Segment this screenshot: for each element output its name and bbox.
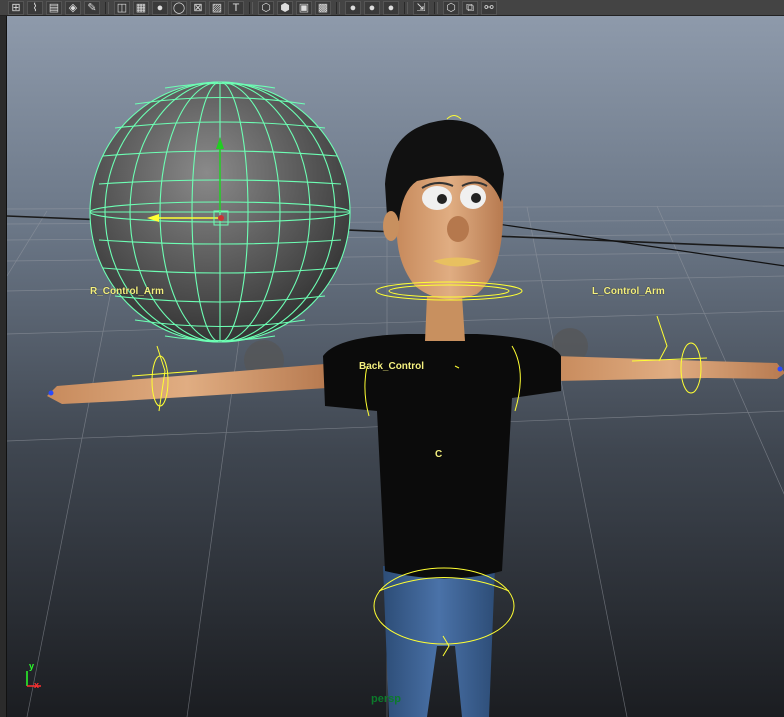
- light-none-icon[interactable]: ●: [383, 0, 399, 15]
- texture-icon[interactable]: ▨: [209, 0, 225, 15]
- r-control-arm-label: R_Control_Arm: [90, 286, 164, 297]
- perspective-viewport[interactable]: R_Control_Arm L_Control_Arm Back_Control…: [6, 16, 784, 717]
- shade-icon[interactable]: ◯: [171, 0, 187, 15]
- frame-all-icon[interactable]: ⧉: [462, 0, 478, 15]
- film-gate-icon[interactable]: ▤: [46, 0, 62, 15]
- checker-icon[interactable]: ▩: [315, 0, 331, 15]
- l-control-arm-label: L_Control_Arm: [592, 286, 665, 297]
- light-all-icon[interactable]: ●: [364, 0, 380, 15]
- cube-wire-icon[interactable]: ⬡: [258, 0, 274, 15]
- x-ray-icon[interactable]: ⊠: [190, 0, 206, 15]
- isolate-select-icon[interactable]: ⇲: [413, 0, 429, 15]
- toolbar-separator: [336, 1, 340, 14]
- character-head[interactable]: [383, 119, 504, 300]
- center-control-label: C: [435, 449, 443, 460]
- grid-axis-line-2: [476, 220, 784, 267]
- text-icon[interactable]: T: [228, 0, 244, 15]
- smooth-shade-icon[interactable]: ●: [152, 0, 168, 15]
- cube-view-icon[interactable]: ⬡: [443, 0, 459, 15]
- viewport-toolbar: ⊞ ⌇ ▤ ◈ ✎ ◫ ▦ ● ◯ ⊠ ▨ T ⬡ ⬢ ▣ ▩ ● ● ● ⇲ ⬡ ⧉ ⚯: [0, 0, 784, 16]
- cube-shaded-icon[interactable]: ⬢: [277, 0, 293, 15]
- toolbar-separator: [249, 1, 253, 14]
- camera-name-label: persp: [371, 693, 401, 705]
- wireframe-sphere[interactable]: [89, 81, 351, 343]
- character-neck: [425, 296, 465, 341]
- axis-y-label: y: [29, 661, 35, 671]
- grid-icon[interactable]: ▦: [133, 0, 149, 15]
- wireframe-icon[interactable]: ◫: [114, 0, 130, 15]
- hand-marker: [777, 366, 783, 372]
- light-default-icon[interactable]: ●: [345, 0, 361, 15]
- axis-x-label: x: [34, 680, 40, 690]
- snap-grid-icon[interactable]: ⊞: [8, 0, 24, 15]
- snap-curve-icon[interactable]: ⌇: [27, 0, 43, 15]
- back-control-label: Back_Control: [359, 361, 425, 372]
- hand-marker: [48, 390, 54, 396]
- share-icon[interactable]: ⚯: [481, 0, 497, 15]
- bookmark-icon[interactable]: ✎: [84, 0, 100, 15]
- toolbar-separator: [404, 1, 408, 14]
- toolbar-separator: [434, 1, 438, 14]
- camera-attributes-icon[interactable]: ◈: [65, 0, 81, 15]
- cube-textured-icon[interactable]: ▣: [296, 0, 312, 15]
- toolbar-separator: [105, 1, 109, 14]
